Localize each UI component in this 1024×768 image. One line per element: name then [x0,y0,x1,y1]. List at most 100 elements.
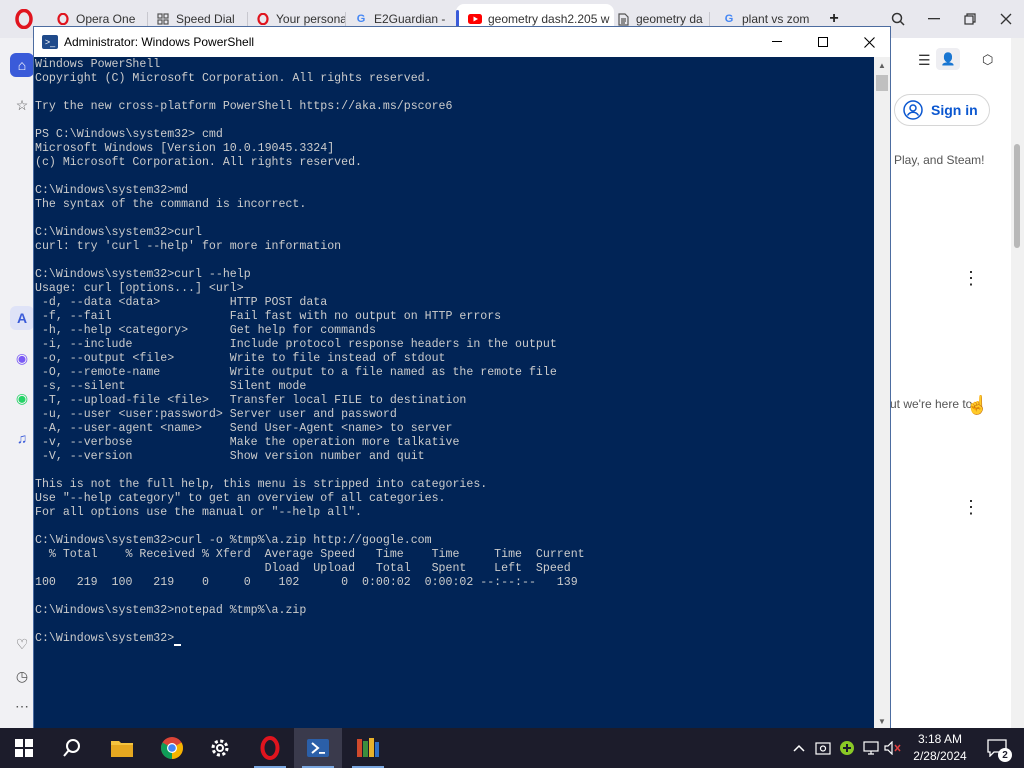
gear-icon [211,739,229,757]
minimize-button[interactable] [916,0,952,38]
scroll-down-icon[interactable]: ▼ [874,713,890,729]
console-text: Windows PowerShell Copyright (C) Microso… [34,57,874,646]
console-line: curl: try 'curl --help' for more informa… [35,240,342,253]
console-line: C:\Windows\system32>notepad %tmp%\a.zip [35,604,307,617]
console-line: -s, --silent Silent mode [35,380,307,393]
powershell-icon [307,739,329,757]
wallet-icon[interactable]: ⬡ [982,52,993,68]
maximize-button[interactable] [800,27,846,57]
minimize-button[interactable] [754,27,800,57]
account-icon [903,100,923,120]
document-icon [616,12,630,26]
console-line: PS C:\Windows\system32> cmd [35,128,223,141]
window-title-bar[interactable]: >_ Administrator: Windows PowerShell [34,27,890,57]
console-line: -i, --include Include protocol response … [35,338,557,351]
volume-muted-icon[interactable] [882,728,904,768]
music-player-icon[interactable]: ♫ [10,426,34,450]
profile-icon[interactable]: 👤 [936,48,960,70]
clock-time: 3:18 AM [917,732,963,746]
search-icon [63,739,80,757]
heart-icon[interactable]: ♡ [10,632,34,656]
console-line: The syntax of the command is incorrect. [35,198,307,211]
web-page-content: ☰ 👤 ⬡ [890,38,1024,728]
network-tray-icon[interactable] [860,728,882,768]
mouse-cursor-icon: ☝ [966,395,989,415]
console-line: -v, --verbose Make the operation more ta… [35,436,460,449]
taskbar-clock[interactable]: 3:18 AM 2/28/2024 [906,731,974,765]
console-line: Use "--help category" to get an overview… [35,492,446,505]
aria-icon[interactable]: A [10,306,34,330]
chevron-up-icon [793,744,805,752]
tab-label: E2Guardian - [374,12,446,26]
search-button[interactable] [48,728,96,768]
tab-label: geometry da [636,12,703,26]
console-line: 100 219 100 219 0 0 102 0 0:00:02 0:00:0… [35,576,578,589]
console-scrollbar[interactable]: ▲ ▼ [874,57,890,729]
restore-button[interactable] [952,0,988,38]
start-button[interactable] [0,728,48,768]
console-line: -u, --user <user:password> Server user a… [35,408,397,421]
opera-icon [56,12,70,26]
console-line: Windows PowerShell [35,58,161,71]
console-line: C:\Windows\system32>curl [35,226,202,239]
powershell-window: >_ Administrator: Windows PowerShell Win… [33,26,891,730]
page-snippet: Play, and Steam! [894,153,985,167]
close-button[interactable] [988,0,1024,38]
page-scrollbar[interactable] [1011,38,1024,728]
console-line: Copyright (C) Microsoft Corporation. All… [35,72,432,85]
chrome-icon [161,737,183,759]
history-icon[interactable]: ◷ [10,664,34,688]
more-options-icon[interactable]: ⋮ [962,269,980,287]
powershell-taskbar-button[interactable] [294,728,342,768]
google-icon: G [356,13,366,25]
console-line: -A, --user-agent <name> Send User-Agent … [35,422,453,435]
page-toolbar: ☰ 👤 ⬡ [890,46,1010,74]
text-cursor [174,644,182,646]
console-line: -d, --data <data> HTTP POST data [35,296,328,309]
console-line: -f, --fail Fail fast with no output on H… [35,310,502,323]
clock-date: 2/28/2024 [913,749,967,763]
console-line: C:\Windows\system32> [35,632,175,645]
browser-sidebar: ⌂ ☆ A ◉ ◉ ♫ ♡ ◷ ⋯ [0,38,34,728]
whatsapp-icon[interactable]: ◉ [10,386,34,410]
settings-button[interactable] [196,728,244,768]
tab-label: Opera One [76,12,136,26]
notification-count: 2 [998,748,1012,762]
google-icon: G [724,13,734,25]
console-output[interactable]: Windows PowerShell Copyright (C) Microso… [34,57,874,729]
close-button[interactable] [846,27,892,57]
more-options-icon[interactable]: ⋮ [962,498,980,516]
console-line: % Total % Received % Xferd Average Speed… [35,548,585,561]
window-title: Administrator: Windows PowerShell [64,35,255,49]
books-icon [357,738,379,757]
sign-in-label: Sign in [931,102,978,118]
console-line: Try the new cross-platform PowerShell ht… [35,100,453,113]
console-line: -T, --upload-file <file> Transfer local … [35,394,467,407]
opera-logo-icon[interactable] [14,9,34,29]
folder-icon [111,741,133,757]
notification-center-button[interactable]: 2 [980,728,1014,768]
more-icon[interactable]: ⋯ [10,694,34,718]
update-tray-icon[interactable] [836,728,858,768]
console-line: (c) Microsoft Corporation. All rights re… [35,156,362,169]
scroll-up-icon[interactable]: ▲ [874,57,890,73]
opera-taskbar-button[interactable] [246,728,294,768]
sign-in-button[interactable]: Sign in [894,94,990,126]
chrome-button[interactable] [148,728,196,768]
console-line: C:\Windows\system32>curl --help [35,268,251,281]
windows-icon [15,739,33,757]
easy-setup-icon[interactable]: ☰ [918,52,931,69]
console-line: For all options use the manual or "--hel… [35,506,362,519]
security-tray-icon[interactable] [812,728,834,768]
youtube-icon [468,12,482,26]
star-icon[interactable]: ☆ [10,93,34,117]
show-hidden-icons-button[interactable] [790,728,808,768]
file-explorer-button[interactable] [98,728,146,768]
console-line: -O, --remote-name Write output to a file… [35,366,557,379]
messenger-icon[interactable]: ◉ [10,346,34,370]
tab-label: Speed Dial [176,12,235,26]
scroll-thumb[interactable] [876,75,888,91]
home-icon[interactable]: ⌂ [10,53,34,77]
console-line: This is not the full help, this menu is … [35,478,488,491]
app-taskbar-button[interactable] [344,728,392,768]
